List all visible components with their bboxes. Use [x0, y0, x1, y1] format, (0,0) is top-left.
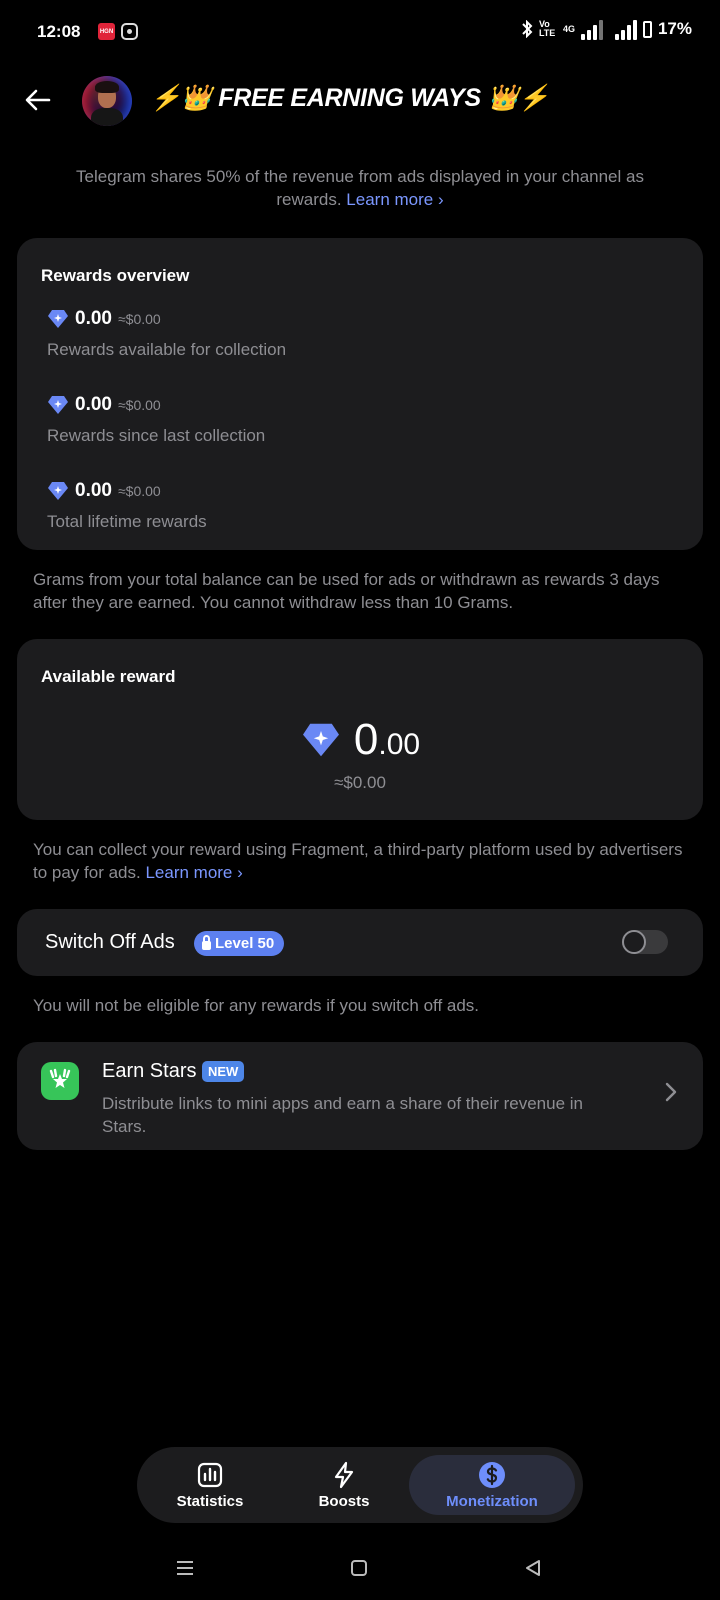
amount-integer: 0: [353, 715, 379, 764]
reward-item: 0.00 ≈$0.00 Rewards since last collectio…: [47, 394, 265, 446]
switch-off-ads-label: Switch Off Ads: [45, 931, 175, 953]
bluetooth-icon: [522, 20, 533, 38]
reward-usd: ≈$0.00: [117, 311, 161, 327]
channel-title[interactable]: ⚡👑 FREE EARNING WAYS 👑⚡: [150, 84, 549, 113]
home-button[interactable]: [346, 1555, 372, 1581]
back-button[interactable]: [20, 82, 56, 118]
available-reward-amount: 0.00: [17, 715, 703, 765]
channel-avatar[interactable]: [82, 76, 132, 126]
battery-percentage: 17%: [657, 19, 692, 38]
reward-caption: Rewards since last collection: [47, 426, 266, 445]
rewards-overview-title: Rewards overview: [41, 266, 190, 285]
triangle-back-icon: [526, 1560, 540, 1576]
revenue-share-info: Telegram shares 50% of the revenue from …: [60, 165, 660, 211]
avatar-body: [91, 108, 123, 126]
volte-icon: Vo LTE: [538, 19, 556, 38]
reward-amount: 0.00: [75, 308, 112, 329]
reward-amount: 0.00: [75, 394, 112, 415]
rewards-overview-card: Rewards overview 0.00 ≈$0.00 Rewards ava…: [17, 238, 703, 550]
available-reward-title: Available reward: [41, 667, 176, 686]
grams-withdrawal-info: Grams from your total balance can be use…: [33, 570, 660, 612]
toggle-knob: [622, 930, 646, 954]
reward-item: 0.00 ≈$0.00 Rewards available for collec…: [47, 308, 286, 360]
switch-off-ads-toggle[interactable]: [622, 930, 668, 954]
reward-item: 0.00 ≈$0.00 Total lifetime rewards: [47, 480, 207, 532]
tab-label: Monetization: [446, 1492, 538, 1510]
earn-stars-description: Distribute links to mini apps and earn a…: [102, 1094, 583, 1136]
reward-usd: ≈$0.00: [117, 483, 161, 499]
available-reward-usd: ≈$0.00: [334, 773, 386, 792]
reward-amount: 0.00: [75, 480, 112, 501]
earn-stars-title: Earn Stars: [102, 1060, 197, 1082]
menu-icon: [177, 1561, 193, 1575]
tab-label: Statistics: [176, 1492, 244, 1510]
amount-decimal: .00: [378, 728, 421, 761]
system-navigation-bar: [0, 1545, 720, 1589]
status-bar: 12:08 HGN Vo LTE 4G 17%: [0, 0, 720, 64]
status-notification-icons: HGN: [98, 23, 138, 40]
status-time: 12:08: [37, 22, 81, 41]
dollar-icon: [479, 1461, 505, 1488]
avatar-hair: [95, 81, 119, 93]
status-indicators: Vo LTE 4G 17%: [521, 18, 692, 40]
learn-more-link[interactable]: Learn more ›: [145, 863, 242, 882]
level-requirement-badge: Level 50: [194, 931, 285, 956]
tab-statistics[interactable]: Statistics: [145, 1455, 275, 1515]
reward-caption: Rewards available for collection: [47, 340, 287, 359]
earn-stars-row[interactable]: Earn Stars NEW Distribute links to mini …: [17, 1042, 703, 1150]
fragment-info: You can collect your reward using Fragme…: [33, 838, 683, 884]
gem-icon: [48, 396, 68, 414]
media-notification-icon: [121, 23, 138, 40]
tab-boosts[interactable]: Boosts: [279, 1455, 409, 1515]
reward-caption: Total lifetime rewards: [47, 512, 207, 531]
gem-icon: [48, 310, 68, 328]
header: ⚡👑 FREE EARNING WAYS 👑⚡: [0, 70, 720, 134]
tab-label: Boosts: [318, 1492, 370, 1510]
fragment-info-text: You can collect your reward using Fragme…: [33, 840, 683, 882]
battery-icon: [642, 20, 652, 38]
lightning-icon: [334, 1461, 354, 1488]
network-type-icon: 4G: [562, 23, 575, 34]
reward-usd: ≈$0.00: [117, 397, 161, 413]
tab-monetization[interactable]: Monetization: [409, 1455, 575, 1515]
earn-stars-icon: [41, 1062, 79, 1100]
app-notification-icon: HGN: [98, 23, 115, 40]
gem-icon: [302, 723, 339, 757]
learn-more-link[interactable]: Learn more ›: [346, 190, 443, 209]
star-hand-icon: [49, 1068, 71, 1088]
bottom-tab-bar: Statistics Boosts Monetization: [137, 1447, 583, 1523]
signal-strength-icon-2: [614, 18, 637, 40]
back-nav-button[interactable]: [520, 1555, 546, 1581]
lock-icon: [202, 934, 211, 950]
switch-off-ads-row[interactable]: Switch Off Ads Level 50: [17, 909, 703, 976]
recent-apps-button[interactable]: [172, 1555, 198, 1581]
bar-chart-icon: [197, 1462, 223, 1487]
signal-strength-icon-1: [580, 18, 603, 40]
square-icon: [351, 1560, 367, 1576]
level-badge-text: Level 50: [215, 935, 275, 952]
switch-off-ads-info: You will not be eligible for any rewards…: [33, 996, 480, 1015]
available-reward-card: Available reward 0.00 ≈$0.00: [17, 639, 703, 820]
arrow-left-icon: [25, 89, 51, 111]
new-badge: NEW: [202, 1061, 245, 1082]
chevron-right-icon: [665, 1082, 677, 1102]
gem-icon: [48, 482, 68, 500]
